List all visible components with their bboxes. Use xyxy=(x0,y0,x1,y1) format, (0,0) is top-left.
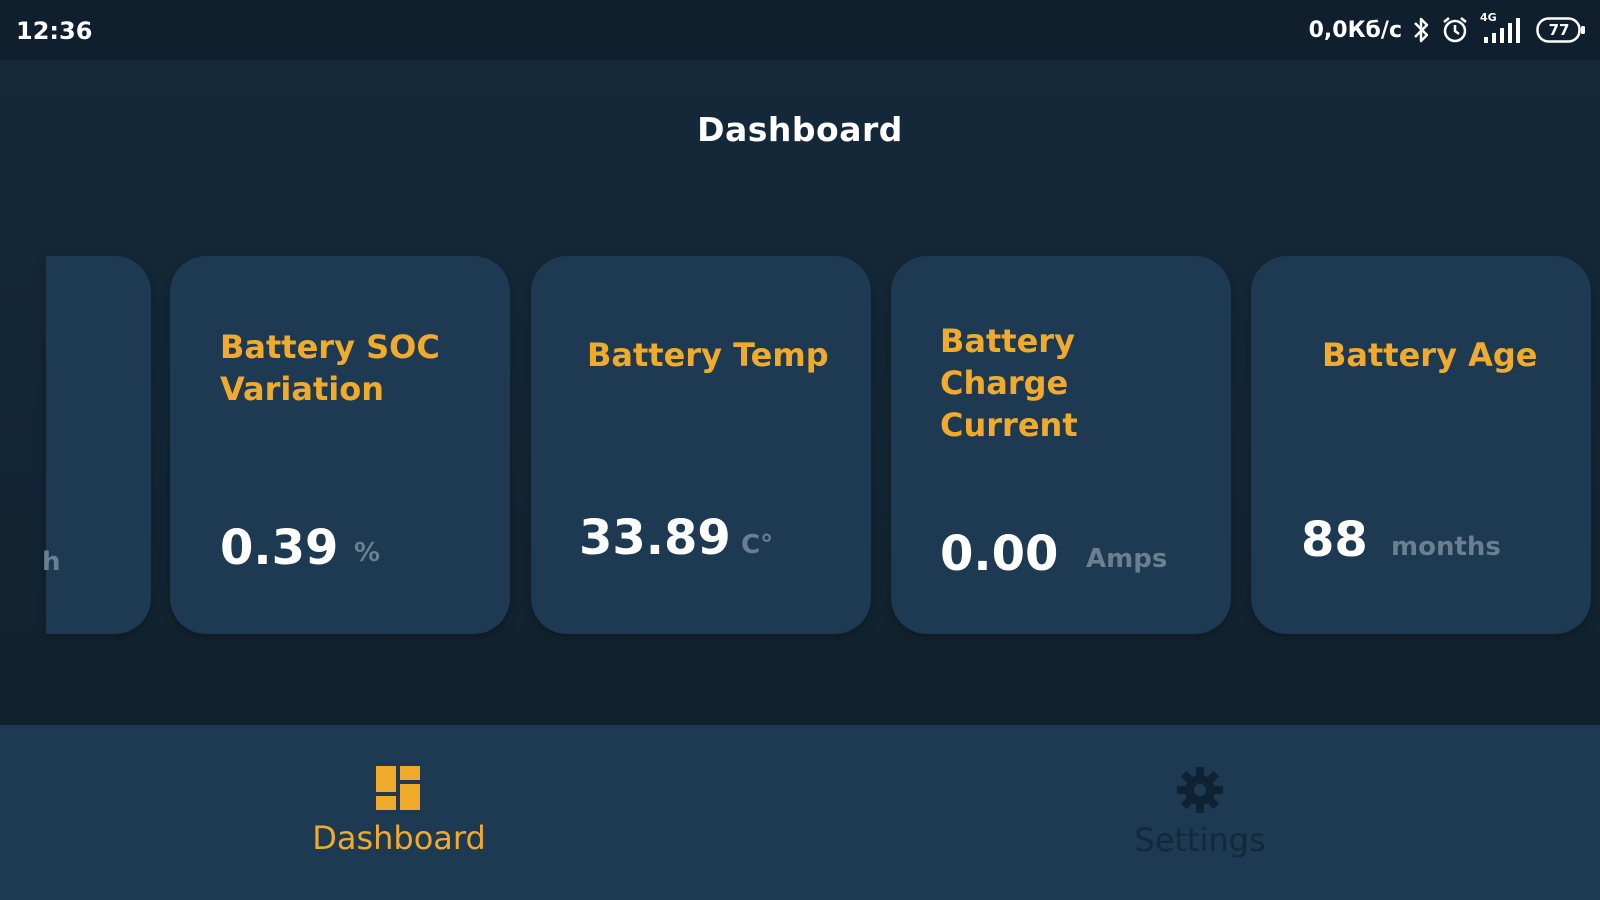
card-value: 88 xyxy=(1301,512,1368,568)
nav-settings[interactable]: Settings xyxy=(1050,765,1350,859)
nav-dashboard-label: Dashboard xyxy=(312,819,486,857)
card-battery-temp[interactable]: Battery Temp 33.89 C° xyxy=(531,256,871,634)
battery-icon: 77 xyxy=(1536,17,1586,43)
bottom-nav: Dashboard Settings xyxy=(0,725,1600,900)
status-time: 12:36 xyxy=(16,17,93,45)
card-unit: Amps xyxy=(1086,544,1168,574)
card-title: Battery Temp xyxy=(587,336,829,374)
card-unit: C° xyxy=(741,530,774,560)
partial-card-unit: h xyxy=(42,547,61,577)
gear-icon xyxy=(1177,767,1223,813)
nav-settings-label: Settings xyxy=(1134,821,1266,859)
card-unit: months xyxy=(1391,532,1501,562)
partial-card[interactable]: h xyxy=(42,256,151,634)
card-unit: % xyxy=(354,538,381,568)
card-title: Battery SOC Variation xyxy=(220,328,440,408)
card-battery-charge-current[interactable]: Battery Charge Current 0.00 Amps xyxy=(891,256,1231,634)
status-bar: 12:36 0,0Кб/с 4G 77 xyxy=(0,0,1600,60)
card-value: 0.00 xyxy=(940,526,1059,582)
nav-dashboard[interactable]: Dashboard xyxy=(249,765,549,857)
dashboard-content: Dashboard h Battery SOC Variation 0.39 %… xyxy=(0,60,1600,725)
battery-level: 77 xyxy=(1548,21,1570,39)
network-speed: 0,0Кб/с xyxy=(1308,17,1402,43)
card-value: 33.89 xyxy=(579,510,731,566)
bluetooth-icon xyxy=(1412,16,1430,44)
card-value: 0.39 xyxy=(220,520,339,576)
status-icons: 0,0Кб/с 4G 77 xyxy=(1308,11,1586,46)
dashboard-grid-icon xyxy=(376,766,420,810)
card-battery-age[interactable]: Battery Age 88 months xyxy=(1251,256,1591,634)
card-title: Battery Charge Current xyxy=(940,322,1078,444)
card-title: Battery Age xyxy=(1322,336,1538,374)
signal-icon: 4G xyxy=(1480,11,1526,45)
page-title: Dashboard xyxy=(697,110,903,149)
alarm-icon xyxy=(1440,15,1470,45)
card-battery-soc-variation[interactable]: Battery SOC Variation 0.39 % xyxy=(170,256,510,634)
